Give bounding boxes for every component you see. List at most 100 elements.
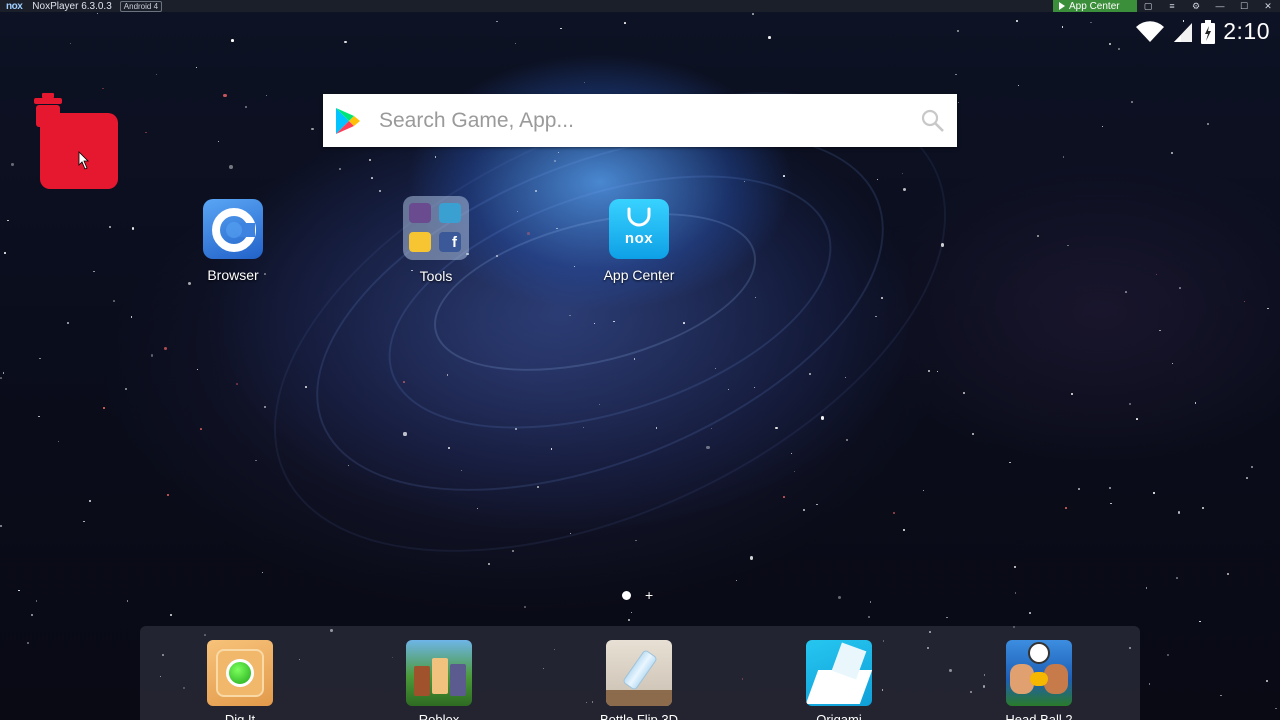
page-indicator: + xyxy=(622,588,653,602)
star xyxy=(150,354,153,357)
star xyxy=(783,496,785,499)
star xyxy=(403,432,407,436)
dock-app-bottle-flip[interactable] xyxy=(606,640,672,706)
restore-icon[interactable]: ▢ xyxy=(1141,0,1155,12)
star xyxy=(535,189,538,192)
clock: 2:10 xyxy=(1223,18,1270,44)
star xyxy=(794,470,796,473)
star xyxy=(736,580,738,582)
star xyxy=(196,369,198,371)
star xyxy=(1267,307,1269,310)
star xyxy=(145,132,147,134)
dock-app-origami[interactable] xyxy=(806,640,872,706)
star xyxy=(195,66,198,68)
star xyxy=(0,524,3,527)
star xyxy=(131,227,135,230)
wifi-icon xyxy=(1136,20,1165,42)
star xyxy=(402,380,405,383)
star xyxy=(1179,287,1182,289)
dock-label-origami: Origami xyxy=(816,712,862,720)
star xyxy=(515,43,517,45)
star xyxy=(218,141,220,143)
star xyxy=(1227,572,1230,575)
star xyxy=(102,406,105,409)
equalizer-icon xyxy=(409,203,431,223)
star xyxy=(1245,477,1248,479)
star xyxy=(1170,151,1173,154)
star xyxy=(869,600,872,603)
star xyxy=(1146,587,1148,589)
star xyxy=(782,175,785,177)
star xyxy=(70,43,72,45)
star xyxy=(448,447,450,449)
page-dot-active[interactable] xyxy=(622,590,631,600)
star xyxy=(1131,101,1133,104)
star xyxy=(66,322,69,324)
minimize-icon[interactable]: — xyxy=(1213,0,1227,12)
desktop-app-browser[interactable]: Browser xyxy=(173,199,293,283)
star xyxy=(957,101,960,104)
star xyxy=(957,30,959,32)
app-center-button[interactable]: App Center xyxy=(1053,0,1137,12)
settings-icon[interactable]: ⚙ xyxy=(1189,0,1203,12)
star xyxy=(96,13,99,15)
star xyxy=(524,606,526,608)
star xyxy=(1110,503,1112,505)
play-store-icon xyxy=(336,107,360,134)
trash-icon xyxy=(34,93,118,189)
star xyxy=(89,500,92,503)
star xyxy=(749,556,754,560)
star xyxy=(1014,566,1016,568)
star xyxy=(11,163,15,166)
star xyxy=(1136,417,1138,420)
star xyxy=(837,595,842,600)
android-version-badge: Android 4 xyxy=(119,0,163,12)
star xyxy=(347,464,349,466)
star xyxy=(560,27,562,30)
dock-label-bottle-flip: Bottle Flip 3D xyxy=(599,712,679,720)
add-page-icon[interactable]: + xyxy=(645,588,653,602)
dock-app-head-ball[interactable] xyxy=(1006,640,1072,706)
star xyxy=(1153,492,1155,494)
star xyxy=(633,358,636,360)
search-icon[interactable] xyxy=(921,109,945,133)
star xyxy=(557,151,559,153)
trash-drop-zone[interactable] xyxy=(33,90,119,190)
star xyxy=(1129,403,1132,406)
star xyxy=(155,74,157,76)
search-bar[interactable] xyxy=(323,94,957,147)
star xyxy=(496,255,499,257)
desktop-folder-tools[interactable]: f Tools xyxy=(376,196,496,284)
star xyxy=(18,589,21,592)
star xyxy=(1062,155,1065,158)
star xyxy=(126,600,129,602)
star xyxy=(752,13,754,15)
star xyxy=(57,441,59,443)
dock-app-dig-it[interactable] xyxy=(207,640,273,706)
emulator-title-bar: nox NoxPlayer 6.3.0.3 Android 4 App Cent… xyxy=(0,0,1280,12)
star xyxy=(108,226,111,229)
star xyxy=(808,373,811,376)
star xyxy=(39,358,41,360)
star xyxy=(537,485,539,488)
search-input[interactable] xyxy=(379,108,899,133)
star xyxy=(635,539,637,542)
star xyxy=(1015,20,1018,23)
nox-logo: nox xyxy=(6,0,23,12)
status-bar: 2:10 xyxy=(1135,18,1270,45)
desktop-app-app-center[interactable]: nox App Center xyxy=(579,199,699,283)
files-icon xyxy=(409,232,431,252)
dock-app-roblox[interactable] xyxy=(406,640,472,706)
star xyxy=(102,87,104,89)
maximize-icon[interactable]: ☐ xyxy=(1237,0,1251,12)
close-icon[interactable]: ✕ xyxy=(1261,0,1275,12)
star xyxy=(266,94,268,96)
star xyxy=(1014,592,1017,594)
star xyxy=(923,490,925,492)
menu-icon[interactable]: ≡ xyxy=(1165,0,1179,12)
star xyxy=(1117,47,1121,51)
star xyxy=(264,405,267,408)
tools-label: Tools xyxy=(419,268,453,284)
star xyxy=(1220,694,1223,697)
star xyxy=(569,314,571,316)
